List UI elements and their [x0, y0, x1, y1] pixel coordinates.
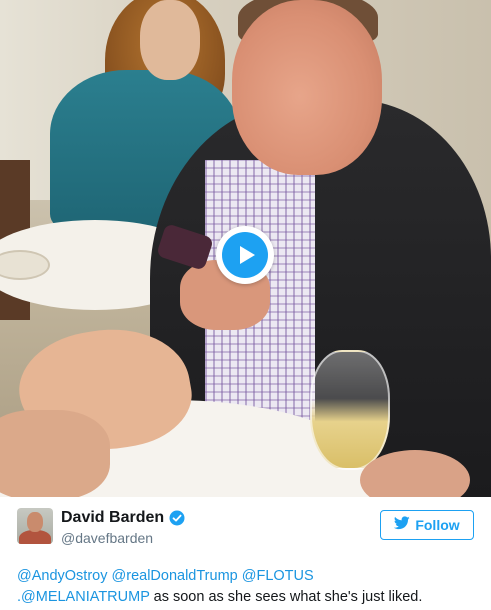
mention-flotus[interactable]: @FLOTUS [242, 568, 314, 584]
media-wine-glass [310, 350, 390, 470]
mention-melaniatrump[interactable]: .@MELANIATRUMP [17, 589, 150, 605]
author-handle[interactable]: @davefbarden [61, 529, 185, 547]
mention-realdonaldtrump[interactable]: @realDonaldTrump [112, 568, 238, 584]
avatar-shoulders [19, 530, 51, 544]
tweet-author: David Barden @davefbarden [17, 508, 357, 548]
play-button[interactable] [216, 226, 274, 284]
author-display-name[interactable]: David Barden [61, 508, 164, 528]
verified-badge-icon [169, 510, 185, 526]
media-woman-face [140, 0, 200, 80]
tweet-body-text: as soon as she sees what she's just like… [149, 589, 423, 605]
twitter-bird-icon [394, 515, 411, 535]
tweet-text: @AndyOstroy @realDonaldTrump @FLOTUS .@M… [17, 566, 479, 608]
mention-andyostroy[interactable]: @AndyOstroy [17, 568, 107, 584]
author-name-line: David Barden [61, 508, 185, 528]
follow-button[interactable]: Follow [380, 510, 474, 540]
avatar[interactable] [17, 508, 53, 544]
author-names: David Barden @davefbarden [61, 508, 185, 547]
media-arm-front [0, 410, 110, 497]
avatar-face [27, 512, 43, 532]
media-man-head [232, 0, 382, 175]
embedded-tweet: David Barden @davefbarden Follow @AndyOs… [0, 0, 491, 610]
play-icon [222, 232, 268, 278]
follow-label: Follow [415, 517, 460, 533]
tweet-media-video[interactable] [0, 0, 491, 497]
